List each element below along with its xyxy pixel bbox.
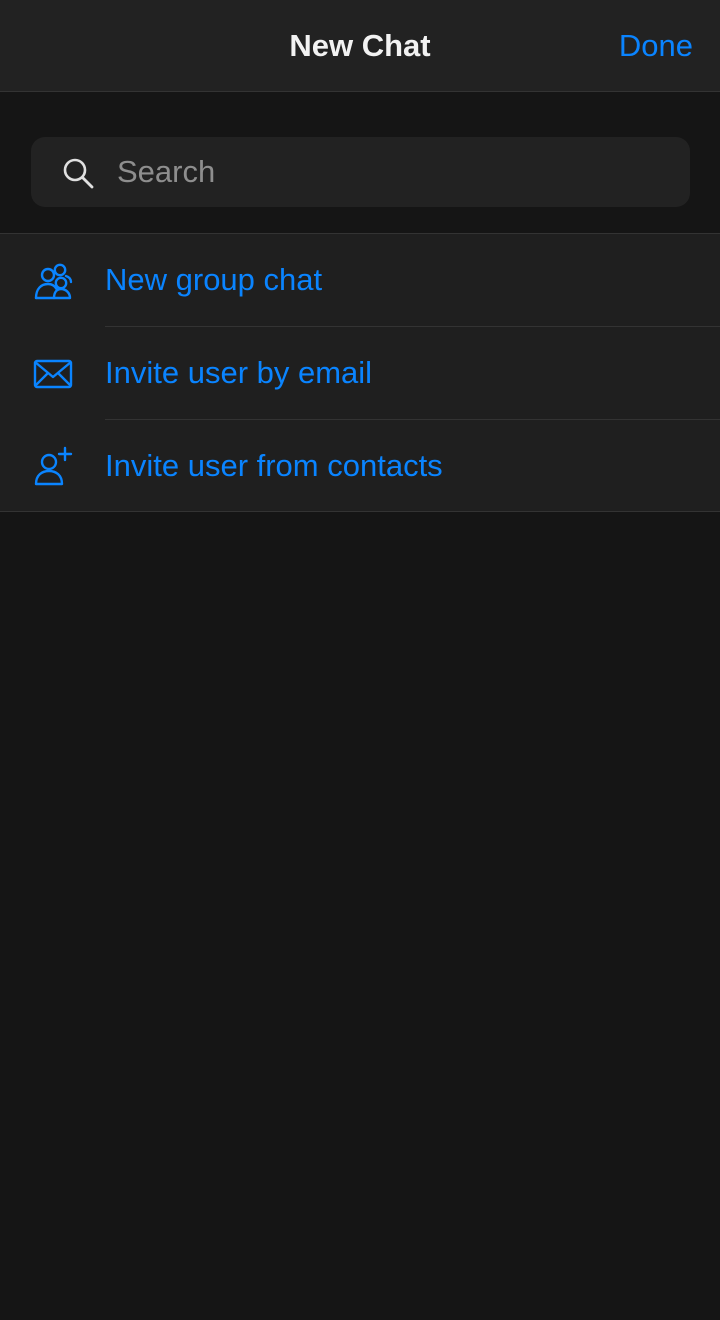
invite-from-contacts-item[interactable]: Invite user from contacts: [0, 420, 720, 512]
new-chat-screen: New Chat Done New group chat: [0, 0, 720, 1320]
invite-from-contacts-label: Invite user from contacts: [105, 448, 443, 483]
new-group-chat-item[interactable]: New group chat: [0, 234, 720, 326]
search-area: [0, 92, 720, 233]
search-icon: [63, 158, 94, 189]
invite-by-email-item[interactable]: Invite user by email: [0, 327, 720, 419]
invite-by-email-label: Invite user by email: [105, 355, 373, 390]
search-input[interactable]: [117, 137, 677, 207]
actions-list: New group chat Invite user by email Invi…: [0, 233, 720, 512]
group-icon: [34, 263, 73, 300]
envelope-icon: [33, 359, 73, 389]
search-bar[interactable]: [31, 137, 690, 207]
add-user-icon: [34, 446, 73, 486]
new-group-chat-label: New group chat: [105, 262, 323, 297]
navigation-bar: New Chat Done: [0, 0, 720, 92]
done-button[interactable]: Done: [619, 0, 693, 91]
page-title: New Chat: [289, 28, 431, 63]
